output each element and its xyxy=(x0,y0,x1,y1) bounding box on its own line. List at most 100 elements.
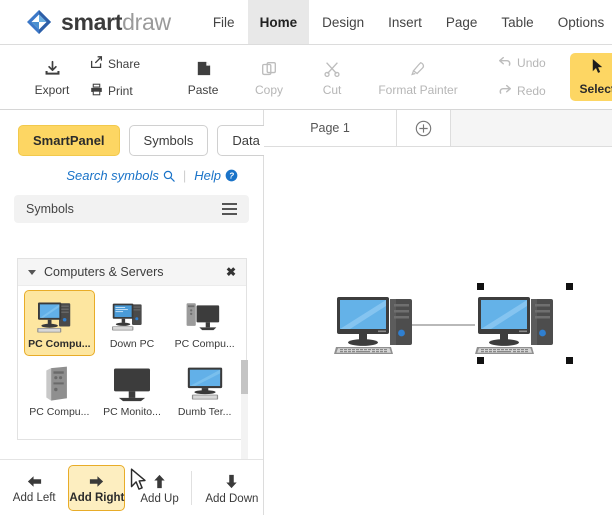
symbol-item-pc-computer-dark[interactable]: PC Compu... xyxy=(169,290,240,356)
scissors-icon xyxy=(323,58,341,80)
links-divider: | xyxy=(183,168,186,183)
symbol-label: PC Compu... xyxy=(28,338,90,350)
menu-item-insert[interactable]: Insert xyxy=(377,9,433,36)
pc-tower-icon xyxy=(42,363,76,405)
cut-label: Cut xyxy=(323,83,342,97)
add-left-button[interactable]: Add Left xyxy=(6,465,62,511)
tab-symbols[interactable]: Symbols xyxy=(129,125,209,156)
export-icon xyxy=(44,58,61,80)
print-button[interactable]: Print xyxy=(88,81,142,101)
symbol-item-screen-blue[interactable] xyxy=(169,426,240,440)
selection-handle-top-right[interactable] xyxy=(566,283,573,290)
select-label: Select xyxy=(580,82,612,96)
undo-label: Undo xyxy=(517,56,546,70)
paste-button[interactable]: Paste xyxy=(170,56,236,99)
paste-icon xyxy=(194,58,213,80)
symbols-library-box: Computers & Servers ✖ xyxy=(17,258,247,440)
menu-bar: smartdraw File Home Design Insert Page T… xyxy=(0,0,612,45)
print-label: Print xyxy=(108,84,133,98)
page-tab-page-1[interactable]: Page 1 xyxy=(264,110,397,146)
page-tab-bar: Page 1 xyxy=(264,110,612,147)
selection-handle-top-left[interactable] xyxy=(477,283,484,290)
shape-pc-computer-left[interactable] xyxy=(334,290,422,361)
symbol-item-disc-pc[interactable] xyxy=(97,426,168,440)
menu-item-home[interactable]: Home xyxy=(248,0,310,44)
symbol-item-pc-tower[interactable]: PC Compu... xyxy=(24,358,95,424)
share-button[interactable]: Share xyxy=(88,54,142,74)
help-label: Help xyxy=(194,168,221,183)
menu-item-options[interactable]: Options xyxy=(547,9,612,36)
ribbon-group-file: Export Share xyxy=(22,45,148,109)
screen-blue-icon xyxy=(183,431,227,440)
add-page-button[interactable] xyxy=(397,110,451,146)
left-panel: SmartPanel Symbols Data ✖ Search symbols… xyxy=(0,110,264,515)
shape-pc-computer-right[interactable] xyxy=(475,290,563,361)
copy-icon xyxy=(260,58,278,80)
symbol-label: PC Compu... xyxy=(175,338,235,350)
category-close-icon[interactable]: ✖ xyxy=(226,265,236,279)
search-symbols-link[interactable]: Search symbols xyxy=(66,168,174,183)
redo-button[interactable]: Redo xyxy=(496,81,548,102)
logo-word-draw: draw xyxy=(122,9,171,35)
menu-item-table[interactable]: Table xyxy=(490,9,544,36)
collapse-triangle-icon[interactable] xyxy=(28,270,36,275)
add-right-button[interactable]: Add Right xyxy=(68,465,125,511)
symbol-item-user-pc[interactable] xyxy=(24,426,95,440)
undo-button[interactable]: Undo xyxy=(496,53,548,74)
diagram-canvas[interactable] xyxy=(264,147,612,515)
symbol-item-pc-monitor[interactable]: PC Monito... xyxy=(97,358,168,424)
share-icon xyxy=(90,56,103,72)
add-right-label: Add Right xyxy=(69,492,124,504)
selection-handle-bottom-right[interactable] xyxy=(566,357,573,364)
menu-item-file[interactable]: File xyxy=(202,9,246,36)
format-painter-label: Format Painter xyxy=(378,83,457,97)
export-label: Export xyxy=(35,83,70,97)
undo-icon xyxy=(498,55,512,72)
selection-handle-bottom-left[interactable] xyxy=(477,357,484,364)
print-icon xyxy=(90,83,103,99)
menu-item-page[interactable]: Page xyxy=(435,9,489,36)
category-header-computers-servers[interactable]: Computers & Servers ✖ xyxy=(18,259,246,286)
cursor-icon xyxy=(590,58,605,80)
add-down-button[interactable]: Add Down xyxy=(201,465,263,511)
add-up-label: Add Up xyxy=(140,493,178,505)
down-pc-icon xyxy=(110,295,154,337)
panel-links: Search symbols | Help ? xyxy=(0,156,263,183)
symbols-section-title: Symbols xyxy=(26,202,74,216)
menu-item-design[interactable]: Design xyxy=(311,9,375,36)
symbols-menu-icon[interactable] xyxy=(222,203,237,215)
arrow-left-icon xyxy=(25,473,44,490)
scrollbar-thumb[interactable] xyxy=(241,360,248,394)
add-left-label: Add Left xyxy=(13,492,56,504)
symbol-label: Dumb Ter... xyxy=(178,406,232,418)
add-up-button[interactable]: Add Up xyxy=(131,465,187,511)
select-tool-button[interactable]: Select xyxy=(570,53,612,101)
smartdraw-logo-icon xyxy=(26,9,52,35)
symbol-item-down-pc[interactable]: Down PC xyxy=(97,290,168,356)
add-shape-toolbar: Add Left Add Right Add Up Add Down xyxy=(0,459,263,515)
symbol-grid: PC Compu... xyxy=(18,286,246,440)
export-button[interactable]: Export xyxy=(22,56,82,99)
panel-tab-strip: SmartPanel Symbols Data ✖ xyxy=(0,110,263,156)
pc-computer-icon xyxy=(35,295,83,337)
redo-icon xyxy=(498,83,512,100)
canvas-area: Page 1 xyxy=(264,110,612,515)
symbol-label: PC Monito... xyxy=(103,406,161,418)
help-link[interactable]: Help ? xyxy=(194,168,238,183)
symbol-item-pc-computer[interactable]: PC Compu... xyxy=(24,290,95,356)
ribbon-group-clipboard: Paste Copy xyxy=(170,45,474,109)
format-painter-button[interactable]: Format Painter xyxy=(362,56,474,99)
disc-pc-icon xyxy=(110,431,154,440)
cut-button[interactable]: Cut xyxy=(302,56,362,99)
pc-computer-dark-icon xyxy=(182,295,228,337)
share-print-group: Share Print xyxy=(82,54,148,101)
arrow-right-icon xyxy=(87,473,106,490)
pc-monitor-icon xyxy=(110,363,154,405)
app-logo: smartdraw xyxy=(26,9,171,35)
search-symbols-label: Search symbols xyxy=(66,168,158,183)
symbol-item-dumb-terminal[interactable]: Dumb Ter... xyxy=(169,358,240,424)
tab-smartpanel[interactable]: SmartPanel xyxy=(18,125,120,156)
copy-button[interactable]: Copy xyxy=(236,56,302,99)
addbar-divider xyxy=(191,471,192,505)
copy-label: Copy xyxy=(255,83,283,97)
